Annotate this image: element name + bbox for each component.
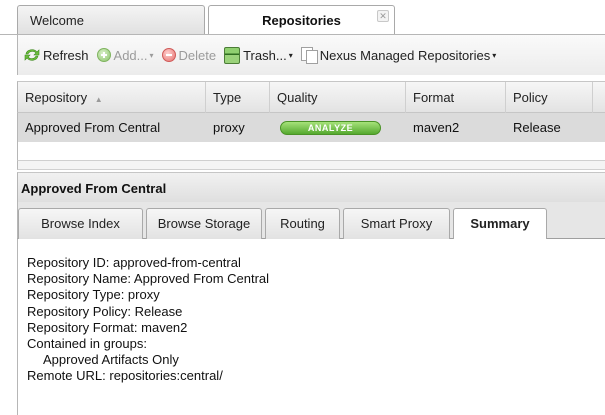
top-tab-strip: Welcome Repositories ✕ — [0, 0, 605, 36]
trash-icon — [224, 46, 241, 64]
tab-summary-label: Summary — [470, 216, 530, 231]
summary-line-group-item: Approved Artifacts Only — [43, 352, 179, 368]
cell-format: maven2 — [413, 120, 460, 135]
summary-line-repository-name: Repository Name: Approved From Central — [27, 271, 270, 287]
detail-tab-strip: Browse Index Browse Storage Routing Smar… — [17, 202, 605, 240]
tab-routing[interactable]: Routing — [265, 208, 340, 239]
analyze-button[interactable]: ANALYZE — [280, 121, 381, 135]
summary-text: Repository ID: approved-from-central Rep… — [27, 255, 587, 385]
add-icon — [96, 48, 111, 62]
tab-welcome-label: Welcome — [30, 13, 84, 28]
repositories-toolbar: Refresh Add... ▾ Delete Trash... ▾ Nexus… — [17, 35, 605, 75]
view-dropdown-caret-icon: ▾ — [492, 50, 497, 60]
summary-line-groups-heading: Contained in groups: — [27, 336, 147, 352]
trash-dropdown-caret-icon: ▾ — [288, 50, 293, 60]
tab-browse-index-label: Browse Index — [41, 216, 120, 231]
repositories-view-icon — [300, 47, 318, 64]
repository-view-label: Nexus Managed Repositories — [319, 47, 491, 63]
column-header-type[interactable]: Type — [206, 82, 270, 113]
trash-label: Trash... — [243, 47, 287, 63]
tab-welcome[interactable]: Welcome — [17, 5, 205, 35]
detail-panel-title: Approved From Central — [17, 172, 605, 202]
column-label-policy: Policy — [513, 90, 548, 105]
add-button[interactable]: Add... ▾ — [96, 47, 154, 63]
add-label: Add... — [113, 47, 148, 63]
tab-repositories-label: Repositories — [262, 13, 341, 28]
summary-line-repository-format: Repository Format: maven2 — [27, 319, 188, 335]
cell-type: proxy — [213, 120, 245, 135]
column-label-type: Type — [213, 90, 242, 105]
repository-grid-header: Repository ▲ Type Quality Format Policy — [17, 81, 605, 113]
repository-view-dropdown[interactable]: Nexus Managed Repositories ▾ — [300, 47, 497, 64]
column-label-repository: Repository — [25, 90, 88, 105]
tab-summary[interactable]: Summary — [453, 208, 547, 240]
trash-button[interactable]: Trash... ▾ — [224, 46, 293, 64]
summary-line-repository-id: Repository ID: approved-from-central — [27, 255, 241, 270]
grid-empty-area — [17, 142, 605, 161]
tab-smart-proxy-label: Smart Proxy — [360, 216, 433, 231]
refresh-label: Refresh — [43, 47, 89, 63]
column-header-format[interactable]: Format — [406, 82, 506, 113]
tab-browse-index[interactable]: Browse Index — [18, 208, 143, 239]
column-label-format: Format — [413, 90, 455, 105]
summary-line-repository-policy: Repository Policy: Release — [27, 303, 183, 319]
summary-line-repository-type: Repository Type: proxy — [27, 287, 160, 303]
cell-policy: Release — [513, 120, 561, 135]
column-header-repository[interactable]: Repository ▲ — [18, 82, 206, 113]
delete-label: Delete — [178, 47, 217, 63]
summary-line-remote-url: Remote URL: repositories:central/ — [27, 368, 223, 384]
column-header-quality[interactable]: Quality — [270, 82, 406, 113]
column-label-quality: Quality — [277, 90, 318, 105]
tab-repositories[interactable]: Repositories ✕ — [208, 5, 395, 36]
column-header-policy[interactable]: Policy — [506, 82, 593, 113]
grid-horizontal-scrollbar[interactable] — [17, 161, 605, 170]
close-icon[interactable]: ✕ — [377, 10, 389, 22]
sort-ascending-icon: ▲ — [94, 95, 103, 104]
cell-repository: Approved From Central — [25, 120, 161, 135]
tab-browse-storage[interactable]: Browse Storage — [146, 208, 262, 239]
tab-smart-proxy[interactable]: Smart Proxy — [343, 208, 450, 239]
refresh-icon — [24, 49, 40, 61]
summary-panel: Repository ID: approved-from-central Rep… — [17, 239, 605, 415]
add-dropdown-caret-icon: ▾ — [149, 50, 154, 60]
delete-button[interactable]: Delete — [161, 47, 217, 63]
tab-browse-storage-label: Browse Storage — [157, 216, 251, 231]
refresh-button[interactable]: Refresh — [24, 48, 89, 63]
tab-routing-label: Routing — [280, 216, 325, 231]
delete-icon — [161, 48, 176, 62]
